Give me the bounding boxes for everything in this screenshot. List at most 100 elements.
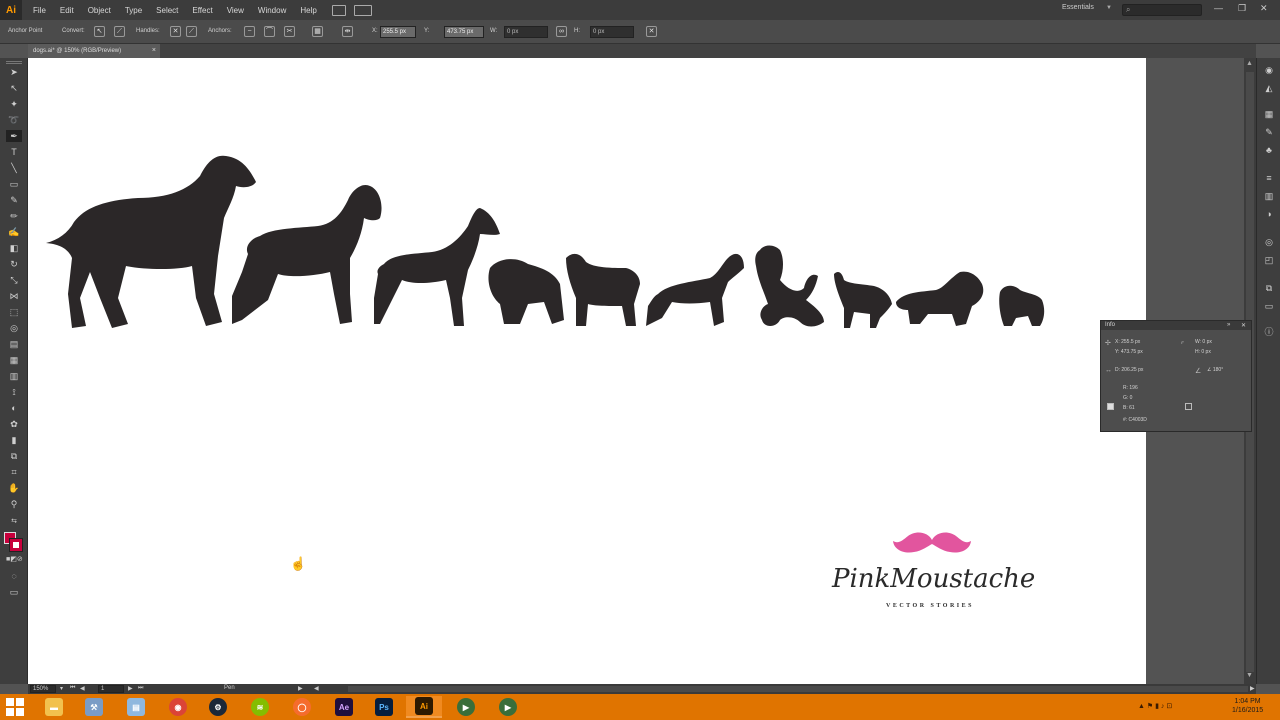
taskbar-origin[interactable]: ◯ [284, 696, 320, 718]
swatches-icon[interactable]: ▦ [1262, 108, 1276, 120]
menu-help[interactable]: Help [293, 6, 323, 15]
taskbar-steam[interactable]: ⚙ [200, 696, 236, 718]
gradient-tool-icon[interactable]: ▥ [6, 370, 22, 382]
appearance-icon[interactable]: ◎ [1262, 236, 1276, 248]
w-field[interactable]: 0 px [504, 26, 548, 38]
taskbar-illustrator[interactable]: Ai [406, 696, 442, 718]
eyedropper-tool-icon[interactable]: ⟟ [6, 386, 22, 398]
bridge-icon[interactable] [331, 4, 346, 16]
convert-smooth-icon[interactable]: ⟋ [114, 26, 125, 37]
maximize-button[interactable]: ❐ [1238, 3, 1246, 14]
panel-close-icon[interactable]: ✕ [1241, 322, 1246, 329]
free-transform-tool-icon[interactable]: ⬚ [6, 306, 22, 318]
menu-object[interactable]: Object [81, 6, 118, 15]
color-mode-icon[interactable]: ■◩⊘ [6, 554, 23, 566]
scroll-left-icon[interactable]: ◀ [314, 685, 319, 692]
slice-tool-icon[interactable]: ⌗ [6, 466, 22, 478]
taskbar-photoshop[interactable]: Ps [366, 696, 402, 718]
line-tool-icon[interactable]: ╲ [6, 162, 22, 174]
gradient-icon[interactable]: ▥ [1262, 190, 1276, 202]
scale-tool-icon[interactable]: ⤡ [6, 274, 22, 286]
menu-edit[interactable]: Edit [53, 6, 81, 15]
last-artboard-icon[interactable]: ⏭ [138, 685, 143, 692]
screen-mode-icon[interactable]: ▭ [6, 586, 22, 598]
first-artboard-icon[interactable]: ⏮ [70, 685, 75, 692]
workspace-switcher[interactable]: Essentials [1062, 4, 1094, 11]
system-tray-icons[interactable]: ▲ ⚑ ▮ ♪ ⊡ [1138, 702, 1172, 710]
search-input[interactable]: ⌕ [1122, 4, 1202, 16]
blend-tool-icon[interactable]: ◐ [6, 402, 22, 414]
pen-tool-icon[interactable]: ✒ [6, 130, 22, 142]
artboard-tool-icon[interactable]: ⧉ [6, 450, 22, 462]
pencil-tool-icon[interactable]: ✏ [6, 210, 22, 222]
close-button[interactable]: ✕ [1260, 3, 1268, 14]
taskbar-media-player[interactable]: ▶ [448, 696, 484, 718]
h-field[interactable]: 0 px [590, 26, 634, 38]
stroke-icon[interactable]: ≡ [1262, 172, 1276, 184]
scroll-up-icon[interactable]: ▲ [1246, 60, 1253, 67]
taskbar-chrome[interactable]: ◉ [160, 696, 196, 718]
magic-wand-tool-icon[interactable]: ✦ [6, 98, 22, 110]
lasso-tool-icon[interactable]: ➰ [6, 114, 22, 126]
transparency-icon[interactable]: ◑ [1262, 208, 1276, 220]
prev-artboard-icon[interactable]: ◀ [80, 685, 85, 692]
column-graph-tool-icon[interactable]: ▮ [6, 434, 22, 446]
dog-silhouettes[interactable] [28, 58, 1146, 358]
collapse-panel-icon[interactable]: » [1227, 322, 1230, 328]
brushes-icon[interactable]: ✎ [1262, 126, 1276, 138]
mesh-tool-icon[interactable]: ▦ [6, 354, 22, 366]
transform-icon[interactable]: ✕ [646, 26, 657, 37]
y-field[interactable]: 473.75 px [444, 26, 484, 38]
artboards-icon[interactable]: ▭ [1262, 300, 1276, 312]
info-panel-icon[interactable]: ⓘ [1262, 326, 1276, 338]
chevron-down-icon[interactable]: ▼ [1106, 5, 1112, 11]
hand-tool-icon[interactable]: ✋ [6, 482, 22, 494]
graphic-styles-icon[interactable]: ◰ [1262, 254, 1276, 266]
artboard[interactable]: PinkMoustache VECTOR STORIES ☝ [28, 58, 1146, 684]
menu-file[interactable]: File [26, 6, 53, 15]
menu-window[interactable]: Window [251, 6, 293, 15]
horizontal-scrollbar[interactable] [348, 686, 1248, 692]
isolate-icon[interactable]: ▦ [312, 26, 323, 37]
next-artboard-icon[interactable]: ▶ [128, 685, 133, 692]
menu-view[interactable]: View [220, 6, 251, 15]
menu-select[interactable]: Select [149, 6, 185, 15]
color-guide-icon[interactable]: ◭ [1262, 82, 1276, 94]
taskbar-media-player-2[interactable]: ▶ [490, 696, 526, 718]
show-handles-icon[interactable]: ✕ [170, 26, 181, 37]
zoom-dropdown-icon[interactable]: ▾ [60, 685, 63, 692]
remove-anchor-icon[interactable]: − [244, 26, 255, 37]
width-tool-icon[interactable]: ⋈ [6, 290, 22, 302]
type-tool-icon[interactable]: T [6, 146, 22, 158]
artboard-field[interactable]: 1 [98, 685, 124, 693]
scroll-down-icon[interactable]: ▼ [1246, 672, 1253, 679]
link-icon[interactable]: ∞ [556, 26, 567, 37]
convert-corner-icon[interactable]: ↖ [94, 26, 105, 37]
direct-selection-tool-icon[interactable]: ↖ [6, 82, 22, 94]
perspective-grid-tool-icon[interactable]: ▤ [6, 338, 22, 350]
rotate-tool-icon[interactable]: ↻ [6, 258, 22, 270]
taskbar-notepad[interactable]: ▤ [118, 696, 154, 718]
rectangle-tool-icon[interactable]: ▭ [6, 178, 22, 190]
eraser-tool-icon[interactable]: ◧ [6, 242, 22, 254]
close-tab-icon[interactable]: × [152, 44, 156, 58]
taskbar-spotify[interactable]: ≋ [242, 696, 278, 718]
zoom-tool-icon[interactable]: ⚲ [6, 498, 22, 510]
shape-builder-tool-icon[interactable]: ◎ [6, 322, 22, 334]
blob-brush-tool-icon[interactable]: ✍ [6, 226, 22, 238]
connect-anchor-icon[interactable]: ⌒ [264, 26, 275, 37]
panel-grip[interactable] [6, 61, 22, 64]
taskbar-explorer[interactable]: ▬ [36, 696, 72, 718]
layers-icon[interactable]: ⧉ [1262, 282, 1276, 294]
taskbar-after-effects[interactable]: Ae [326, 696, 362, 718]
taskbar-tools[interactable]: ⚒ [76, 696, 112, 718]
drawing-mode-icon[interactable]: ◌ [6, 570, 22, 582]
taskbar-clock[interactable]: 1:04 PM 1/16/2015 [1232, 697, 1263, 715]
arrange-documents-icon[interactable] [353, 4, 372, 16]
symbols-icon[interactable]: ♣ [1262, 144, 1276, 156]
selection-tool-icon[interactable]: ➤ [6, 66, 22, 78]
scroll-right-icon[interactable]: ▶ [1250, 685, 1255, 692]
minimize-button[interactable]: — [1214, 3, 1223, 13]
info-panel-header[interactable]: Info » ✕ [1101, 321, 1251, 330]
zoom-field[interactable]: 150% [30, 685, 56, 693]
